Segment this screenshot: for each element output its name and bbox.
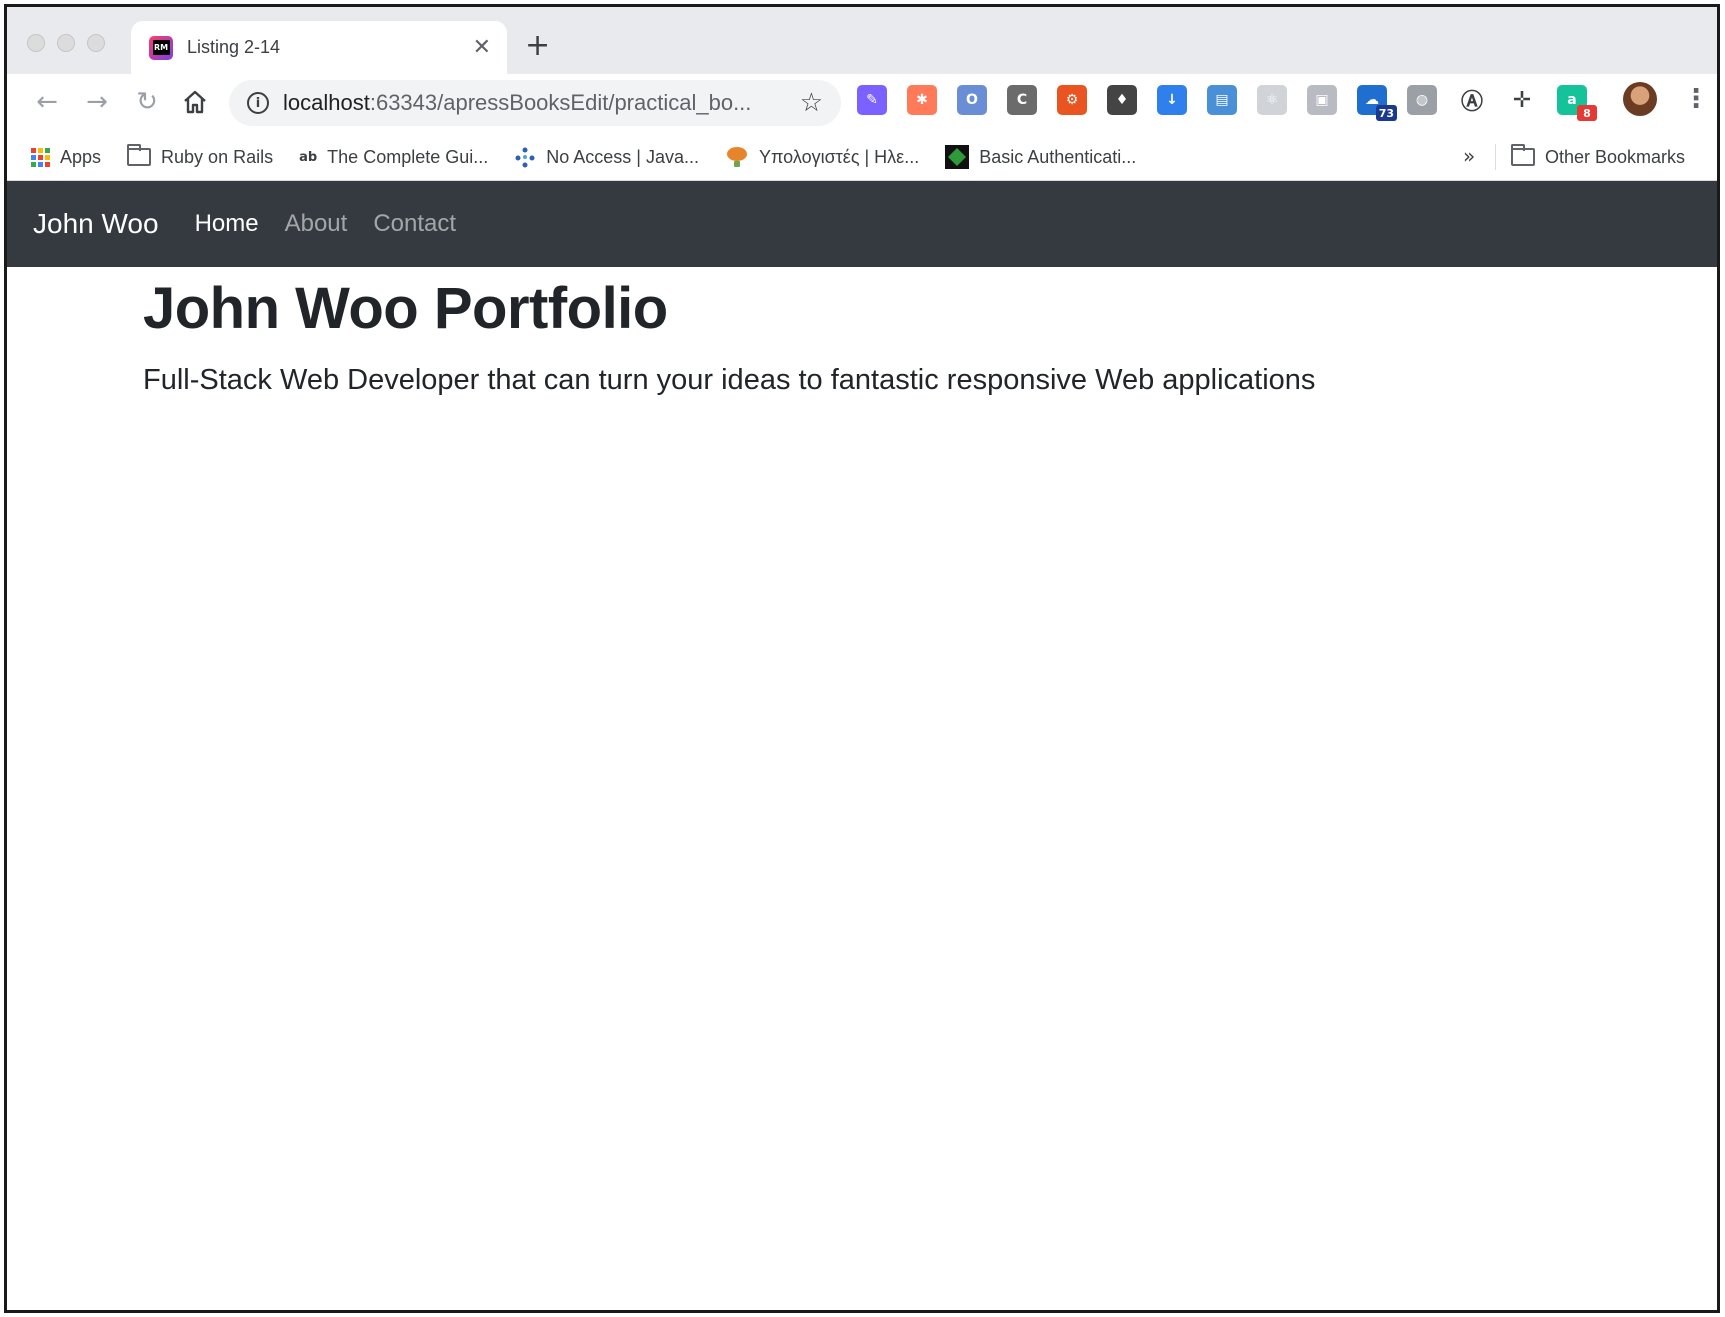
- home-button[interactable]: [177, 84, 213, 120]
- info-icon[interactable]: i: [247, 92, 269, 114]
- arrow-left-icon: ←: [36, 87, 58, 117]
- arrow-right-icon: →: [86, 87, 108, 117]
- reload-icon: ↻: [136, 87, 158, 117]
- a-circle-icon[interactable]: Ⓐ: [1457, 85, 1487, 115]
- tab-strip: RM Listing 2-14 ✕ +: [7, 7, 1717, 74]
- page-title: John Woo Portfolio: [143, 276, 668, 341]
- bookmark-label: Basic Authenticati...: [979, 146, 1137, 167]
- close-window-button[interactable]: [27, 34, 45, 52]
- url-text[interactable]: localhost:63343/apressBooksEdit/practica…: [283, 90, 800, 116]
- opera-icon[interactable]: O: [957, 85, 987, 115]
- bookmark-label: Ruby on Rails: [161, 146, 274, 167]
- lead-text: Full-Stack Web Developer that can turn y…: [143, 364, 1316, 396]
- bookmark-label: Apps: [60, 146, 102, 167]
- bookmark-ruby-on-rails[interactable]: Ruby on Rails: [127, 144, 274, 168]
- apps-grid-icon: [31, 147, 50, 167]
- browser-toolbar: ← → ↻ i localhost:63343/apressBooksEdit/…: [7, 74, 1717, 134]
- close-tab-icon[interactable]: ✕: [473, 35, 491, 60]
- bookmark-label: Υπολογιστές | Ηλε...: [759, 146, 920, 167]
- bookmarks-row: Apps Ruby on Rails ab The Complete Gui..…: [31, 134, 1162, 180]
- nav-link-contact[interactable]: Contact: [373, 210, 456, 238]
- bookmark-ypologistes[interactable]: Υπολογιστές | Ηλε...: [725, 145, 919, 169]
- bookmark-label: No Access | Java...: [546, 146, 699, 167]
- dashboard-icon[interactable]: ▤: [1207, 85, 1237, 115]
- bookmark-apps[interactable]: Apps: [31, 147, 101, 168]
- bookmarks-bar: Apps Ruby on Rails ab The Complete Gui..…: [7, 134, 1717, 181]
- jumbotron: John Woo Portfolio Full-Stack Web Develo…: [143, 275, 1315, 397]
- star-icon[interactable]: ☆: [800, 88, 823, 118]
- rubymine-icon: RM: [149, 35, 173, 60]
- menu-icon[interactable]: ⋮: [1683, 84, 1709, 114]
- diamond-icon: [945, 145, 970, 169]
- extension-badge: 8: [1577, 105, 1597, 121]
- camera-icon[interactable]: ▣: [1307, 85, 1337, 115]
- other-bookmarks[interactable]: Other Bookmarks: [1511, 134, 1685, 180]
- react-icon[interactable]: ⚛: [1257, 85, 1287, 115]
- extension-badge: 73: [1375, 105, 1397, 121]
- lightbulb-icon[interactable]: ♦: [1107, 85, 1137, 115]
- reload-button[interactable]: ↻: [129, 84, 165, 120]
- bookmarks-overflow-icon[interactable]: »: [1463, 144, 1475, 168]
- ubuntu-icon[interactable]: ⚙: [1057, 85, 1087, 115]
- bookmark-label: The Complete Gui...: [327, 146, 489, 167]
- balloon-icon: [727, 147, 747, 167]
- cloud-icon[interactable]: ☁ 73: [1357, 85, 1397, 121]
- c-icon[interactable]: C: [1007, 85, 1037, 115]
- bookmarks-divider: [1495, 144, 1496, 170]
- nav-link-home[interactable]: Home: [195, 210, 259, 238]
- eyedropper-icon[interactable]: ✎: [857, 85, 887, 115]
- home-icon: [184, 90, 206, 114]
- new-tab-button[interactable]: +: [525, 31, 550, 61]
- other-bookmarks-label: Other Bookmarks: [1545, 146, 1686, 167]
- grammarly-icon[interactable]: a8: [1557, 85, 1597, 121]
- window-controls: [27, 34, 105, 52]
- nav-link-about[interactable]: About: [285, 210, 348, 238]
- ab-icon: ab: [299, 149, 318, 165]
- folder-icon: [127, 144, 152, 166]
- back-button[interactable]: ←: [29, 84, 65, 120]
- minimize-window-button[interactable]: [57, 34, 75, 52]
- zoom-window-button[interactable]: [87, 34, 105, 52]
- globe-icon[interactable]: ◍: [1407, 85, 1437, 115]
- navbar-brand[interactable]: John Woo: [33, 208, 159, 240]
- folder-icon: [1511, 144, 1535, 166]
- bookmark-complete-guide[interactable]: ab The Complete Gui...: [299, 147, 488, 168]
- tab-title: Listing 2-14: [187, 37, 281, 57]
- bookmark-basic-authentication[interactable]: Basic Authenticati...: [945, 145, 1136, 169]
- network-icon: [515, 147, 535, 168]
- hubspot-icon[interactable]: ✱: [907, 85, 937, 115]
- site-navbar: John Woo Home About Contact: [7, 181, 1717, 267]
- move-icon[interactable]: ✛: [1507, 85, 1537, 115]
- browser-window: RM Listing 2-14 ✕ + ← → ↻ i localhost:63…: [4, 4, 1720, 1313]
- download-icon[interactable]: ↓: [1157, 85, 1187, 115]
- bookmark-no-access-java[interactable]: No Access | Java...: [514, 146, 699, 168]
- profile-avatar[interactable]: [1623, 82, 1657, 116]
- tab-listing[interactable]: RM Listing 2-14 ✕: [131, 21, 507, 74]
- forward-button[interactable]: →: [79, 84, 115, 120]
- address-bar[interactable]: i localhost:63343/apressBooksEdit/practi…: [229, 80, 841, 126]
- extensions-row: ✎ ✱ O C ⚙ ♦ ↓ ▤ ⚛ ▣ ☁ 73 ◍ Ⓐ ✛ a 8: [857, 85, 1607, 121]
